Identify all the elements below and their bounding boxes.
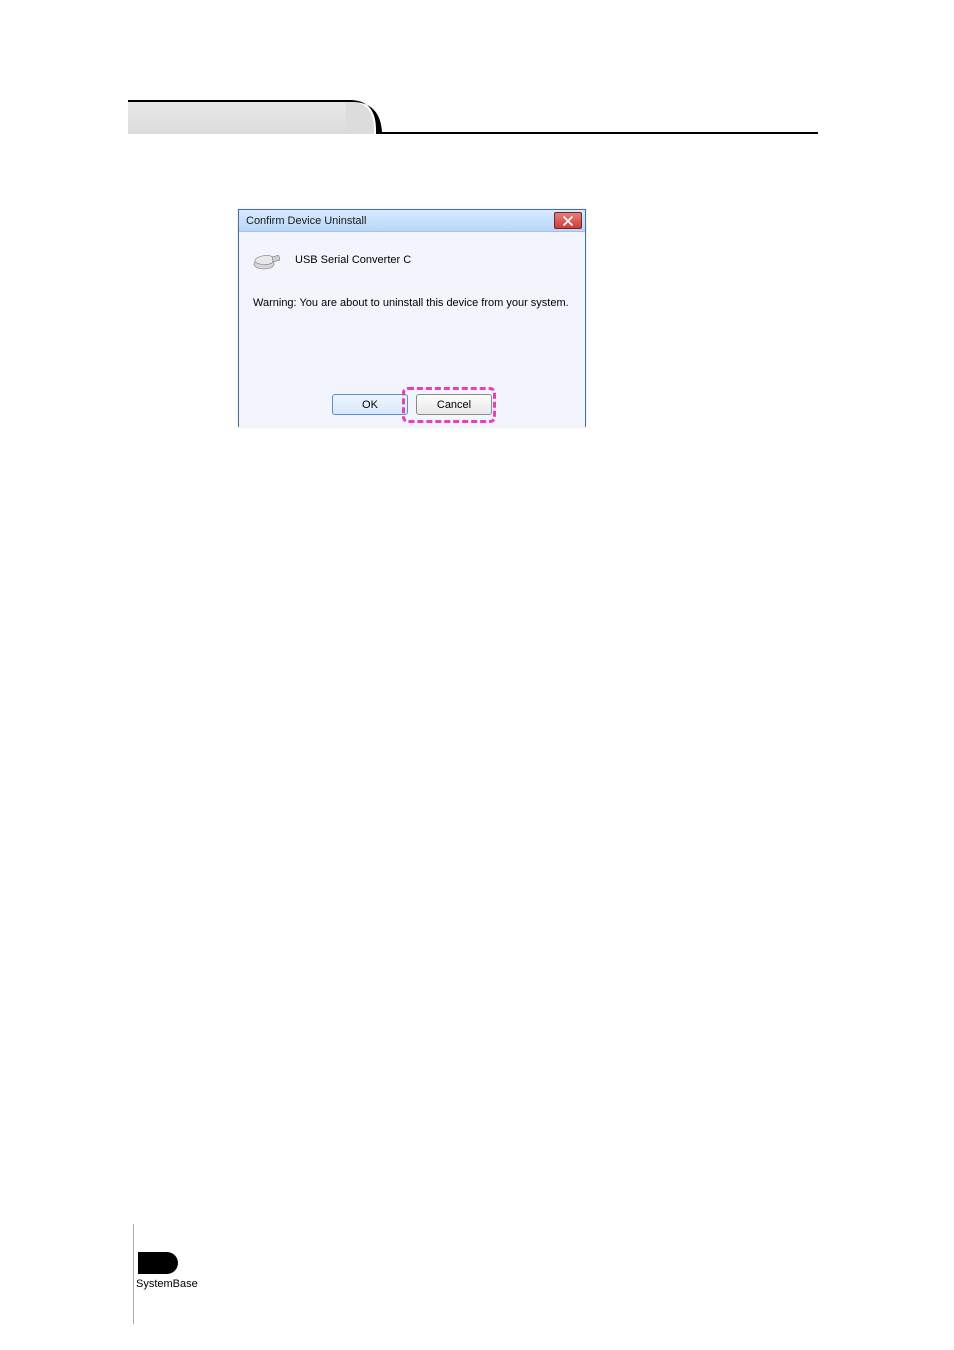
brand-logo-icon [138, 1252, 178, 1274]
confirm-uninstall-dialog: Confirm Device Uninstall USB Serial Conv… [238, 209, 586, 427]
footer-divider [133, 1224, 134, 1324]
page-header-separator [128, 100, 818, 140]
dialog-title: Confirm Device Uninstall [246, 215, 366, 227]
ok-button-label: OK [362, 399, 378, 411]
dialog-body: USB Serial Converter C Warning: You are … [239, 232, 585, 427]
brand-name: SystemBase [136, 1274, 208, 1290]
header-left-fill [128, 100, 348, 134]
ok-button[interactable]: OK [332, 394, 408, 415]
warning-text: Warning: You are about to uninstall this… [239, 274, 585, 310]
close-icon [562, 216, 574, 226]
header-right-line [376, 132, 818, 134]
cancel-button[interactable]: Cancel [416, 394, 492, 415]
close-button[interactable] [554, 212, 582, 229]
dialog-button-row: OK Cancel [239, 394, 585, 415]
page-footer: SystemBase [128, 1252, 208, 1290]
device-row: USB Serial Converter C [239, 232, 585, 274]
dialog-titlebar[interactable]: Confirm Device Uninstall [239, 210, 585, 232]
usb-device-icon [251, 246, 283, 274]
cancel-button-label: Cancel [437, 399, 471, 411]
header-curve [346, 100, 382, 136]
device-name-label: USB Serial Converter C [295, 254, 411, 266]
